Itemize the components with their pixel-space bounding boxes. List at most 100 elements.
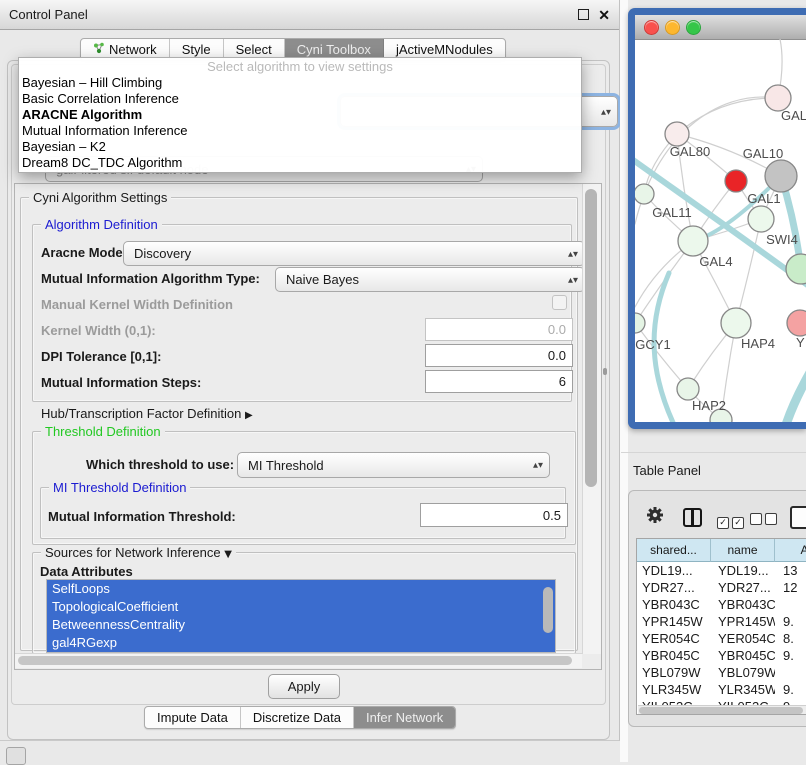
gear-icon[interactable]: [646, 506, 664, 529]
algorithm-dropdown-popup: Select algorithm to view settings Bayesi…: [18, 57, 582, 173]
table-row[interactable]: YDL19...YDL19...13: [637, 562, 806, 579]
table-cell[interactable]: 9.: [775, 681, 806, 698]
attribute-item-gal4rgexp[interactable]: gal4RGexp: [47, 634, 555, 652]
table-cell[interactable]: YDR27...: [711, 579, 775, 596]
table-row[interactable]: YER054CYER054C8.: [637, 630, 806, 647]
algorithm-option-dream8-dc-tdc-algorithm[interactable]: Dream8 DC_TDC Algorithm: [19, 155, 581, 171]
table-cell[interactable]: 12: [775, 579, 806, 596]
table-cell[interactable]: YBR043C: [637, 596, 711, 613]
checked-columns-icon[interactable]: ✓✓: [717, 512, 747, 530]
table-header-a[interactable]: A: [775, 539, 806, 562]
table-cell[interactable]: 13: [775, 562, 806, 579]
kernel-width-field[interactable]: 0.0: [425, 318, 573, 341]
node-hap4[interactable]: [721, 308, 751, 338]
float-window-icon[interactable]: [578, 9, 589, 20]
sources-group-title[interactable]: Sources for Network Inference ▼: [41, 545, 236, 560]
attribute-item-selfloops[interactable]: SelfLoops: [47, 580, 555, 598]
table-cell[interactable]: YPR145W: [711, 613, 775, 630]
aracne-mode-combobox[interactable]: Discovery ▲▼: [123, 241, 585, 266]
close-traffic-light-icon[interactable]: [644, 20, 659, 35]
algorithm-option-bayesian-k2[interactable]: Bayesian – K2: [19, 139, 581, 155]
table-cell[interactable]: YDR27...: [637, 579, 711, 596]
table-cell[interactable]: YBR045C: [711, 647, 775, 664]
settings-vertical-scrollbar[interactable]: [582, 184, 601, 654]
zoom-traffic-light-icon[interactable]: [686, 20, 701, 35]
horizontal-scrollbar-thumb[interactable]: [18, 656, 572, 665]
network-view-window: GALGAL80GAL10GAL1GAL11GAL4SWI4GCY1HAP4YH…: [628, 8, 806, 429]
minimize-traffic-light-icon[interactable]: [665, 20, 680, 35]
expander-expanded-icon: ▼: [224, 549, 232, 560]
vertical-scrollbar-thumb[interactable]: [585, 189, 597, 487]
attribute-item-topologicalcoefficient[interactable]: TopologicalCoefficient: [47, 598, 555, 616]
attributes-list-scrollbar[interactable]: [543, 587, 553, 633]
mi-threshold-field[interactable]: 0.5: [420, 503, 568, 527]
table-header-name[interactable]: name: [711, 539, 775, 562]
node-gal4[interactable]: [678, 226, 708, 256]
network-window-titlebar[interactable]: [635, 15, 806, 40]
table-cell[interactable]: YBR043C: [711, 596, 775, 613]
node-gcy1[interactable]: [635, 313, 645, 333]
minimized-panel-icon[interactable]: [6, 747, 26, 765]
node-gcy1-label: GCY1: [635, 337, 670, 352]
table-cell[interactable]: YER054C: [637, 630, 711, 647]
table-row[interactable]: YBR043CYBR043C: [637, 596, 806, 613]
table-cell[interactable]: YDL19...: [711, 562, 775, 579]
table-row[interactable]: YPR145WYPR145W9.: [637, 613, 806, 630]
unchecked-columns-icon[interactable]: [750, 512, 780, 530]
table-panel-title: Table Panel: [633, 463, 701, 478]
table-cell[interactable]: YER054C: [711, 630, 775, 647]
mi-algorithm-type-combobox[interactable]: Naive Bayes ▲▼: [275, 267, 585, 292]
node-gal10[interactable]: [765, 160, 797, 192]
apply-button[interactable]: Apply: [268, 674, 340, 699]
table-cell[interactable]: [775, 664, 806, 681]
table-cell[interactable]: [775, 596, 806, 613]
table-cell[interactable]: 9.: [775, 613, 806, 630]
split-columns-icon[interactable]: [683, 508, 702, 527]
table-cell[interactable]: YBL079W: [711, 664, 775, 681]
splitter-grip[interactable]: [603, 368, 607, 375]
node-gal80[interactable]: [665, 122, 689, 146]
algorithm-option-aracne-algorithm[interactable]: ARACNE Algorithm: [19, 107, 581, 123]
document-icon[interactable]: [790, 506, 806, 529]
which-threshold-combobox[interactable]: MI Threshold ▲▼: [237, 452, 550, 478]
table-row[interactable]: YBL079WYBL079W: [637, 664, 806, 681]
tab-infer-network[interactable]: Infer Network: [354, 707, 455, 728]
node-gal11[interactable]: [635, 184, 654, 204]
table-row[interactable]: YBR045CYBR045C9.: [637, 647, 806, 664]
node-red[interactable]: [725, 170, 747, 192]
which-threshold-label: Which threshold to use:: [86, 457, 234, 472]
table-cell[interactable]: YLR345W: [637, 681, 711, 698]
control-panel-title: Control Panel: [9, 7, 88, 22]
manual-kernel-width-checkbox[interactable]: [552, 295, 567, 310]
table-cell[interactable]: YPR145W: [637, 613, 711, 630]
table-cell[interactable]: YBR045C: [637, 647, 711, 664]
algorithm-option-mutual-information-inference[interactable]: Mutual Information Inference: [19, 123, 581, 139]
table-row[interactable]: YDR27...YDR27...12: [637, 579, 806, 596]
table-horizontal-scrollbar[interactable]: [638, 705, 806, 715]
algorithm-definition-title: Algorithm Definition: [41, 217, 162, 232]
table-cell[interactable]: YBL079W: [637, 664, 711, 681]
mi-steps-field[interactable]: 6: [425, 370, 573, 393]
tab-impute-data[interactable]: Impute Data: [145, 707, 241, 728]
settings-horizontal-scrollbar[interactable]: [15, 653, 582, 668]
hub-factor-expander[interactable]: Hub/Transcription Factor Definition ▶: [41, 406, 253, 421]
dpi-tolerance-field[interactable]: 0.0: [425, 344, 573, 367]
table-cell[interactable]: YLR345W: [711, 681, 775, 698]
tab-discretize-data[interactable]: Discretize Data: [241, 707, 354, 728]
data-attributes-list: SelfLoopsTopologicalCoefficientBetweenne…: [46, 579, 556, 653]
table-header-shared[interactable]: shared...: [637, 539, 711, 562]
network-canvas[interactable]: GALGAL80GAL10GAL1GAL11GAL4SWI4GCY1HAP4YH…: [635, 39, 806, 422]
close-window-icon[interactable]: ✕: [598, 8, 610, 22]
table-cell[interactable]: 9.: [775, 647, 806, 664]
algorithm-option-basic-correlation-inference[interactable]: Basic Correlation Inference: [19, 91, 581, 107]
table-row[interactable]: YLR345WYLR345W9.: [637, 681, 806, 698]
node-hap2[interactable]: [677, 378, 699, 400]
node-gal1[interactable]: [748, 206, 774, 232]
node-swi4[interactable]: [786, 254, 806, 284]
algorithm-option-bayesian-hill-climbing[interactable]: Bayesian – Hill Climbing: [19, 75, 581, 91]
table-cell[interactable]: YDL19...: [637, 562, 711, 579]
node-salmon[interactable]: [787, 310, 806, 336]
attribute-item-betweennesscentrality[interactable]: BetweennessCentrality: [47, 616, 555, 634]
tab-label: Discretize Data: [253, 710, 341, 725]
table-cell[interactable]: 8.: [775, 630, 806, 647]
